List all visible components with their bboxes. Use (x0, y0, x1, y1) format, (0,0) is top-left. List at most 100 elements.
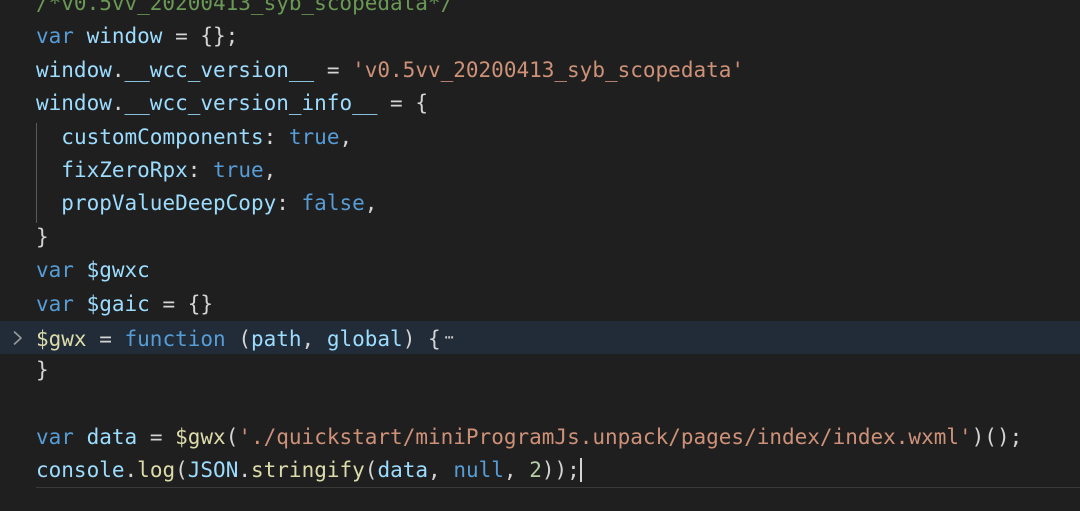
code-line-content: console.log(JSON.stringify(data, null, 2… (36, 454, 582, 487)
code-line-content: $gwx = function (path, global) {⋯ (36, 321, 455, 356)
code-token: var (36, 24, 74, 49)
code-line-content: } (36, 221, 49, 254)
code-line[interactable]: window.__wcc_version__ = 'v0.5vv_2020041… (0, 54, 1080, 87)
code-token: , (428, 458, 454, 483)
code-token: ( (175, 458, 188, 483)
code-token: ( (225, 326, 251, 351)
code-line[interactable] (0, 388, 1080, 421)
code-token: JSON (187, 458, 239, 483)
code-token: ) { (402, 326, 441, 351)
code-token: } (36, 224, 49, 249)
code-token: )(); (971, 425, 1023, 450)
code-line[interactable]: propValueDeepCopy: false, (0, 187, 1080, 220)
chevron-right-icon[interactable] (8, 321, 28, 354)
code-line-content: /*v0.5vv_20200413_syb_scopedata*/ (36, 0, 453, 20)
code-line-content: window.__wcc_version_info__ = { (36, 87, 428, 120)
code-token: ( (364, 458, 378, 483)
code-token: )); (541, 458, 580, 483)
code-line[interactable]: } (0, 354, 1080, 387)
code-token: var (36, 425, 74, 450)
code-line-content: var $gaic = {} (36, 288, 213, 321)
code-token: , (364, 191, 378, 216)
code-line[interactable]: /*v0.5vv_20200413_syb_scopedata*/ (0, 0, 1080, 20)
code-surface[interactable]: /*v0.5vv_20200413_syb_scopedata*/var win… (0, 0, 1080, 488)
code-line[interactable]: var window = {}; (0, 20, 1080, 53)
code-token: __wcc_version_info__ (124, 91, 378, 116)
code-line[interactable]: var $gaic = {} (0, 288, 1080, 321)
code-line[interactable]: console.log(JSON.stringify(data, null, 2… (0, 454, 1080, 487)
code-token: __wcc_version__ (124, 57, 315, 82)
code-line-content: var window = {}; (36, 20, 238, 53)
code-token: , (263, 157, 277, 182)
fold-placeholder[interactable]: ⋯ (441, 321, 455, 354)
code-line-folded[interactable]: $gwx = function (path, global) {⋯ (0, 320, 1080, 356)
code-line[interactable]: } (0, 221, 1080, 254)
code-token: . (238, 458, 251, 483)
code-token: $gaic (86, 291, 150, 316)
code-token: true (213, 157, 264, 182)
code-token: window (36, 91, 112, 116)
code-token: = (86, 326, 125, 351)
code-token: console (36, 458, 125, 483)
code-editor[interactable]: /*v0.5vv_20200413_syb_scopedata*/var win… (0, 0, 1080, 511)
code-line-content: window.__wcc_version__ = 'v0.5vv_2020041… (36, 54, 744, 87)
code-token: 'v0.5vv_20200413_syb_scopedata' (352, 57, 745, 82)
code-line[interactable]: fixZeroRpx: true, (0, 154, 1080, 187)
code-token: : (263, 124, 289, 149)
code-token: . (124, 458, 138, 483)
code-token: './quickstart/miniProgramJs.unpack/pages… (238, 425, 972, 450)
code-token: , (301, 326, 327, 351)
code-token: . (111, 57, 125, 82)
code-line-content: propValueDeepCopy: false, (36, 187, 377, 220)
code-token: $gwxc (86, 258, 150, 283)
code-line-content: customComponents: true, (36, 121, 352, 154)
code-token: = (314, 57, 353, 82)
code-line-content: fixZeroRpx: true, (36, 154, 276, 187)
code-token: window (36, 57, 112, 82)
code-token: null (453, 458, 504, 483)
text-cursor (579, 458, 582, 483)
code-token: global (326, 326, 403, 351)
code-token: var (36, 258, 74, 283)
code-token: log (137, 458, 176, 483)
code-line-content: var data = $gwx('./quickstart/miniProgra… (36, 421, 1022, 454)
code-token: , (503, 458, 530, 483)
code-token: , (339, 124, 353, 149)
code-token: fixZeroRpx (61, 157, 188, 182)
code-line[interactable]: window.__wcc_version_info__ = { (0, 87, 1080, 120)
code-token: window (86, 24, 163, 49)
code-token: stringify (251, 458, 365, 483)
code-token: ( (225, 425, 239, 450)
code-token: var (36, 291, 74, 316)
code-line[interactable]: var data = $gwx('./quickstart/miniProgra… (0, 421, 1080, 454)
code-token: path (250, 326, 302, 351)
code-token: } (36, 358, 49, 383)
code-token: = {} (149, 291, 214, 316)
code-line-content: var $gwxc (36, 254, 150, 287)
code-line[interactable]: var $gwxc (0, 254, 1080, 287)
code-token: data (377, 458, 429, 483)
code-token: : (187, 157, 214, 182)
code-token: . (111, 91, 125, 116)
code-line[interactable]: customComponents: true, (0, 121, 1080, 154)
code-token: true (288, 124, 340, 149)
bottom-panel-area (0, 488, 1080, 511)
code-token: = {}; (162, 24, 239, 49)
code-token: $gwx (36, 326, 87, 351)
code-token: $gwx (175, 425, 226, 450)
code-token: propValueDeepCopy (61, 191, 277, 216)
code-token: = (137, 425, 176, 450)
code-token: /*v0.5vv_20200413_syb_scopedata*/ (36, 0, 454, 15)
code-token: : (276, 191, 302, 216)
code-token: false (301, 191, 365, 216)
code-token: = { (377, 91, 428, 116)
indent-guide (36, 122, 37, 223)
code-line-content: } (36, 354, 49, 387)
code-token: function (124, 326, 226, 351)
